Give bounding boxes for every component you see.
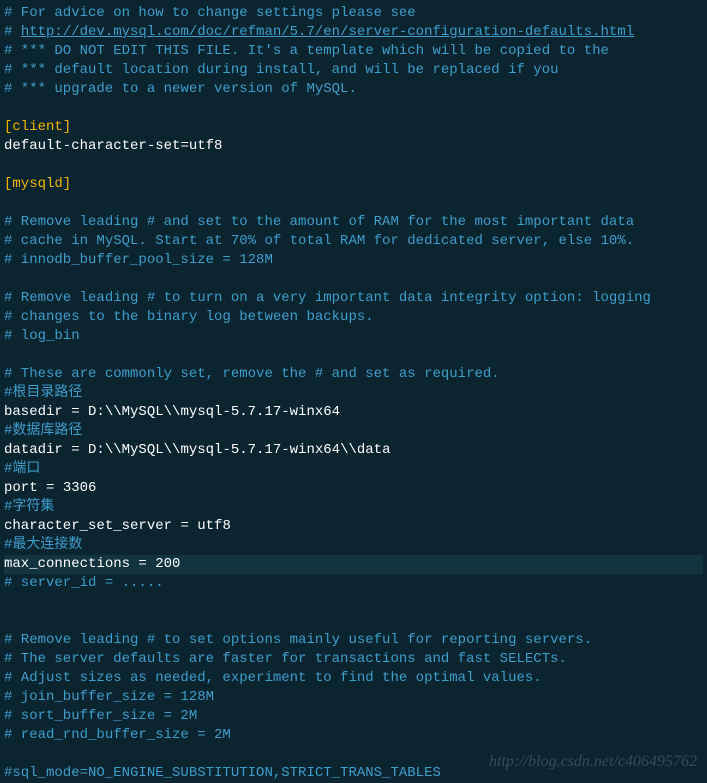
key-charset-server: character_set_server xyxy=(4,518,180,534)
val-charset-server: utf8 xyxy=(189,518,231,534)
comment-line: # read_rnd_buffer_size = 2M xyxy=(4,727,231,743)
val-datadir: D:\\MySQL\\mysql-5.7.17-winx64\\data xyxy=(80,442,391,458)
comment-line: # server_id = ..... xyxy=(4,575,164,591)
comment-line: # The server defaults are faster for tra… xyxy=(4,651,567,667)
equals: = xyxy=(180,138,188,154)
val-max-connections: 200 xyxy=(147,556,181,572)
comment-line: # Remove leading # to turn on a very imp… xyxy=(4,290,651,306)
key-default-charset: default-character-set xyxy=(4,138,180,154)
equals: = xyxy=(71,442,79,458)
comment-basedir: #根目录路径 xyxy=(4,385,82,401)
code-editor: # For advice on how to change settings p… xyxy=(4,4,703,783)
val-default-charset: utf8 xyxy=(189,138,223,154)
key-datadir: datadir xyxy=(4,442,71,458)
doc-link[interactable]: http://dev.mysql.com/doc/refman/5.7/en/s… xyxy=(21,24,634,40)
comment-line: # These are commonly set, remove the # a… xyxy=(4,366,500,382)
comment-line: # Remove leading # and set to the amount… xyxy=(4,214,634,230)
val-basedir: D:\\MySQL\\mysql-5.7.17-winx64 xyxy=(80,404,340,420)
comment-line: # For advice on how to change settings p… xyxy=(4,5,416,21)
highlighted-line: max_connections = 200 xyxy=(4,555,703,574)
equals: = xyxy=(71,404,79,420)
comment-line: # *** DO NOT EDIT THIS FILE. It's a temp… xyxy=(4,43,609,59)
equals: = xyxy=(138,556,146,572)
comment-line: # Remove leading # to set options mainly… xyxy=(4,632,592,648)
comment-line: # join_buffer_size = 128M xyxy=(4,689,214,705)
equals: = xyxy=(180,518,188,534)
comment-datadir: #数据库路径 xyxy=(4,423,82,439)
watermark: http://blog.csdn.net/c406495762 xyxy=(489,752,697,771)
section-mysqld: [mysqld] xyxy=(4,176,71,192)
key-max-connections: max_connections xyxy=(4,556,138,572)
comment-port: #端口 xyxy=(4,461,40,477)
key-basedir: basedir xyxy=(4,404,71,420)
val-port: 3306 xyxy=(54,480,96,496)
comment-line: # changes to the binary log between back… xyxy=(4,309,374,325)
comment-charset: #字符集 xyxy=(4,499,54,515)
comment-line: # innodb_buffer_pool_size = 128M xyxy=(4,252,273,268)
comment-line: # sort_buffer_size = 2M xyxy=(4,708,197,724)
comment-line: # *** upgrade to a newer version of MySQ… xyxy=(4,81,357,97)
comment-sqlmode: #sql_mode=NO_ENGINE_SUBSTITUTION,STRICT_… xyxy=(4,765,441,781)
comment-maxconn: #最大连接数 xyxy=(4,537,82,553)
comment-line: # Adjust sizes as needed, experiment to … xyxy=(4,670,542,686)
comment-line: # cache in MySQL. Start at 70% of total … xyxy=(4,233,634,249)
section-client: [client] xyxy=(4,119,71,135)
comment-line: # xyxy=(4,24,21,40)
comment-line: # *** default location during install, a… xyxy=(4,62,559,78)
key-port: port xyxy=(4,480,46,496)
comment-line: # log_bin xyxy=(4,328,80,344)
